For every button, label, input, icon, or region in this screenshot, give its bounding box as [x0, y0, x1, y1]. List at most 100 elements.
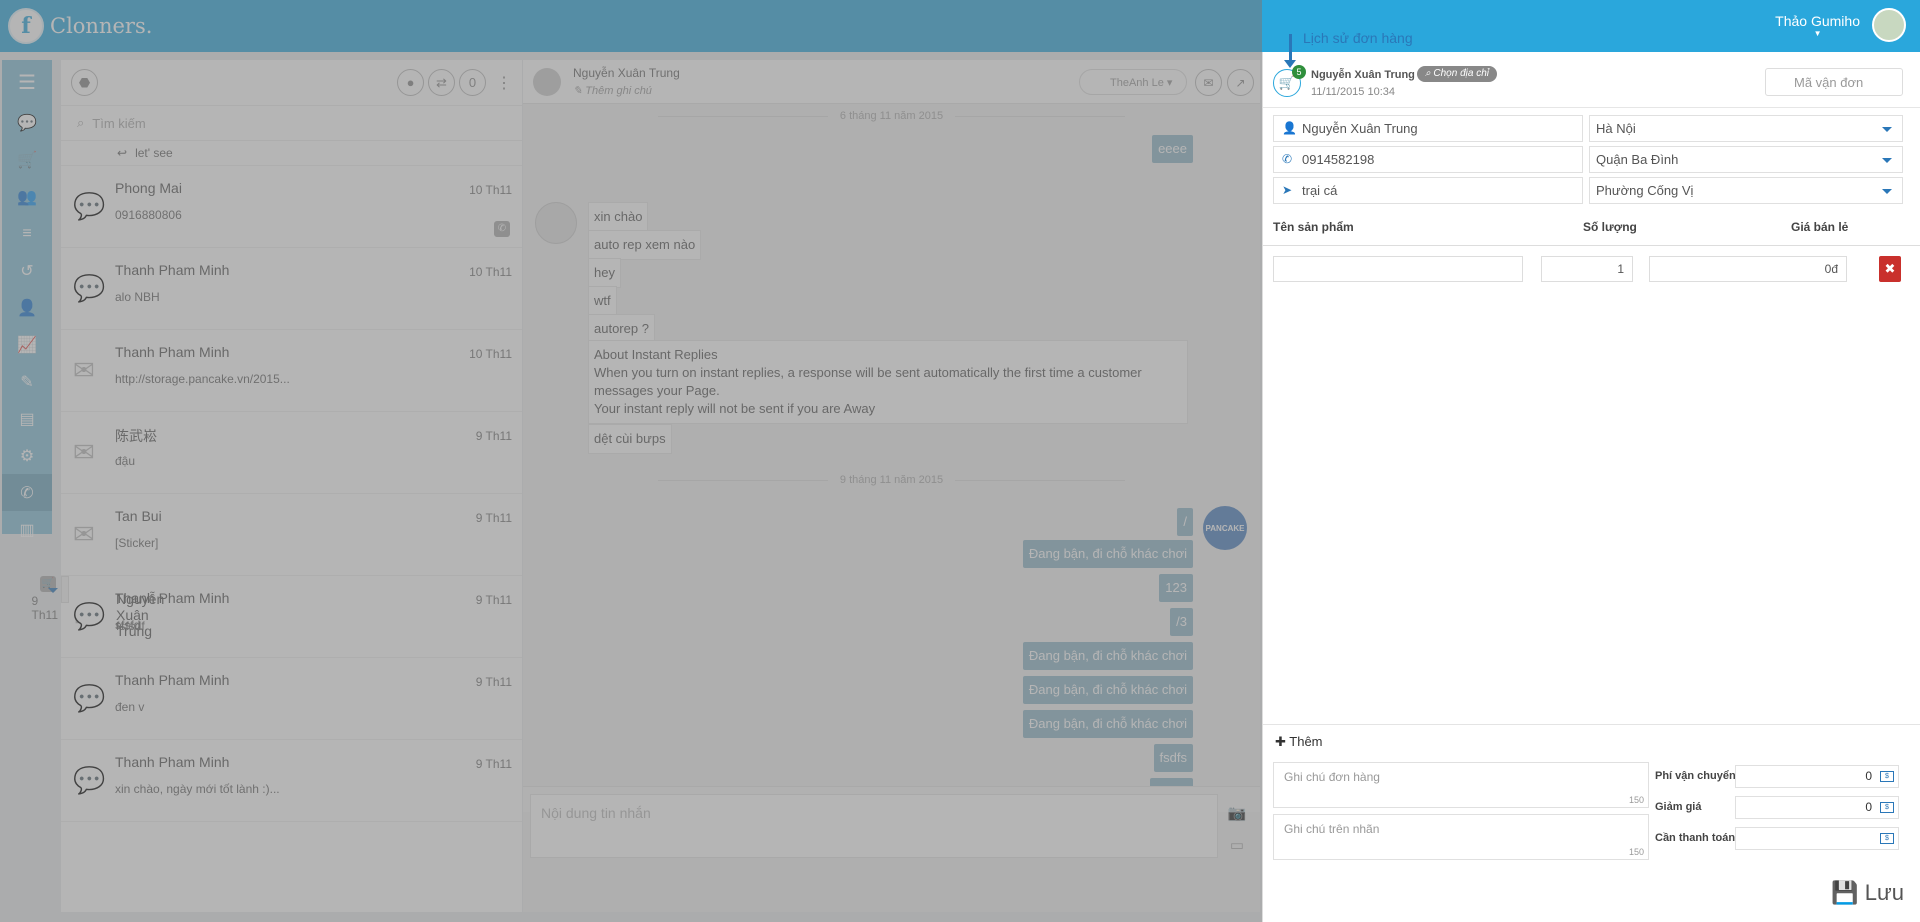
conversation-date: 10 Th11	[469, 265, 512, 279]
order-note-input[interactable]: Ghi chú đơn hàng 150	[1273, 762, 1649, 808]
char-limit: 150	[1628, 847, 1644, 857]
add-note-label: Thêm ghi chú	[585, 85, 652, 97]
database-icon[interactable]: ≡	[2, 215, 52, 252]
chat-icon: 💬	[73, 683, 106, 713]
tag-icon[interactable]: ⬣	[71, 69, 98, 96]
settings-icon[interactable]: ⚙	[2, 437, 52, 474]
phone-field[interactable]: ✆ 0914582198	[1273, 146, 1583, 173]
conversation-date: 9 Th11	[475, 511, 512, 525]
tracking-code-input[interactable]: Mã vận đơn	[1765, 68, 1903, 96]
chat-header: Nguyễn Xuân Trung ✎ Thêm ghi chú TheAnh …	[523, 60, 1260, 104]
history-icon[interactable]: ↺	[2, 252, 52, 289]
phone-icon[interactable]: ✆	[2, 474, 52, 511]
conversation-name: Thanh Pham Minh	[115, 672, 230, 688]
col-product-header: Tên sản phẩm	[1273, 220, 1354, 234]
user-menu[interactable]: Thảo Gumiho ▼	[1775, 8, 1920, 42]
customer-name[interactable]: Nguyễn Xuân Trung	[573, 66, 680, 80]
order-history-label[interactable]: Lịch sử đơn hàng	[1303, 30, 1413, 46]
list-item[interactable]: 💬 Phong Mai 10 Th11 0916880806 ✆	[61, 166, 522, 248]
conversation-snippet: let' see	[135, 146, 173, 160]
conversation-snippet: đen v	[115, 700, 145, 714]
address-field[interactable]: ➤ trại cá	[1273, 177, 1583, 204]
chevron-down-icon: ▼	[1813, 28, 1822, 38]
order-note-placeholder: Ghi chú đơn hàng	[1284, 770, 1380, 784]
message-input[interactable]: Nội dung tin nhắn	[530, 794, 1218, 858]
order-header: Lịch sử đơn hàng 🛒 5 Nguyễn Xuân Trung 1…	[1263, 30, 1920, 108]
user-avatar[interactable]	[1872, 8, 1906, 42]
chat-filter-icon[interactable]: ●	[397, 69, 424, 96]
menu-icon[interactable]: ☰	[2, 60, 52, 104]
list-item[interactable]: ✉ Tan Bui 9 Th11 [Sticker]	[61, 494, 522, 576]
cart-icon[interactable]: 🛒	[2, 141, 52, 178]
phone-icon: ✆	[494, 221, 510, 237]
book-icon[interactable]: ▤	[2, 400, 52, 437]
chat-icon: 💬	[73, 273, 106, 303]
shipping-fee-value: 0	[1865, 769, 1872, 783]
name-field[interactable]: 👤 Nguyễn Xuân Trung	[1273, 115, 1583, 142]
order-customer-name: Nguyễn Xuân Trung	[1311, 69, 1415, 81]
user-add-icon[interactable]: 👤	[2, 289, 52, 326]
instant-reply-message: About Instant Replies When you turn on i…	[588, 340, 1188, 424]
more-vertical-icon[interactable]: ⋮	[496, 73, 512, 93]
customer-avatar	[535, 202, 577, 244]
instant-reply-title: About Instant Replies	[594, 347, 718, 362]
price-input[interactable]: 0đ	[1649, 256, 1847, 282]
cart-count-badge: 5	[1292, 65, 1306, 79]
label-note-placeholder: Ghi chú trên nhãn	[1284, 822, 1380, 836]
users-icon[interactable]: 👥	[2, 178, 52, 215]
add-note-link[interactable]: ✎ Thêm ghi chú	[573, 84, 652, 97]
shipping-fee-label: Phí vận chuyển	[1655, 770, 1736, 782]
message-in: dệt cùi bưps	[588, 424, 672, 454]
bar-chart-icon[interactable]: ▥	[2, 511, 52, 548]
save-button[interactable]: 💾 Lưu	[1831, 880, 1904, 906]
user-icon: 👤	[1282, 121, 1297, 135]
delete-row-button[interactable]: ✖	[1879, 256, 1901, 282]
composer-actions: 📷 ▭	[1222, 804, 1252, 854]
chat-icon[interactable]: 💬	[2, 104, 52, 141]
message-thread: 6 tháng 11 năm 2015 eeee xin chào auto re…	[523, 104, 1260, 862]
list-item[interactable]: 💬 Thanh Pham Minh 9 Th11 xin chào, ngày …	[61, 740, 522, 822]
share-icon[interactable]: ↗	[1227, 69, 1254, 96]
message-in: hey	[588, 258, 621, 288]
ward-select[interactable]: Phường Cống Vị	[1589, 177, 1903, 204]
name-value: Nguyễn Xuân Trung	[1302, 121, 1418, 136]
list-item[interactable]: ✉ 陈武崧 9 Th11 đậu	[61, 412, 522, 494]
assignee-select[interactable]: TheAnh Le ▾	[1079, 69, 1187, 95]
swap-icon[interactable]: ⇄	[428, 69, 455, 96]
instant-reply-note: Your instant reply will not be sent if y…	[594, 401, 876, 416]
chat-icon: 💬	[73, 601, 106, 631]
search-box[interactable]: ⌕ Tìm kiếm	[61, 106, 522, 141]
mail-icon: ✉	[73, 355, 95, 385]
list-item[interactable]: 💬 Thanh Pham Minh 9 Th11 đen v	[61, 658, 522, 740]
quick-reply-icon[interactable]: ▭	[1230, 836, 1244, 854]
mail-icon[interactable]: ✉	[1195, 69, 1222, 96]
search-input[interactable]: Tìm kiếm	[92, 116, 145, 131]
list-item[interactable]: 💬 Thanh Pham Minh 10 Th11 alo NBH	[61, 248, 522, 330]
filter-count[interactable]: 0	[459, 69, 486, 96]
customer-avatar[interactable]	[533, 68, 561, 96]
total-input: $	[1735, 827, 1899, 850]
shipping-fee-input[interactable]: 0 $	[1735, 765, 1899, 788]
add-product-button[interactable]: ✚ Thêm	[1275, 734, 1323, 750]
list-item-partial[interactable]: ↩ let' see	[61, 141, 522, 166]
list-item[interactable]: ✉ Thanh Pham Minh 10 Th11 http://storage…	[61, 330, 522, 412]
discount-input[interactable]: 0 $	[1735, 796, 1899, 819]
discount-label: Giảm giá	[1655, 801, 1702, 813]
chat-icon: 💬	[73, 765, 106, 795]
district-select[interactable]: Quận Ba Đình	[1589, 146, 1903, 173]
quantity-stepper[interactable]: 1	[1541, 256, 1633, 282]
conversation-snippet: xin chào, ngày mới tốt lành :)...	[115, 782, 280, 796]
edit-icon[interactable]: ✎	[2, 363, 52, 400]
choose-address-button[interactable]: ⌕ Chọn địa chỉ	[1417, 66, 1497, 82]
camera-icon[interactable]: 📷	[1228, 804, 1247, 822]
province-select[interactable]: Hà Nội	[1589, 115, 1903, 142]
user-name[interactable]: Thảo Gumiho ▼	[1775, 13, 1860, 38]
list-item[interactable]: 💬 Thanh Pham Minh 9 Th11 sfsfd	[61, 576, 522, 658]
day-separator: 6 tháng 11 năm 2015	[523, 110, 1260, 122]
day-separator: 9 tháng 11 năm 2015	[523, 474, 1260, 486]
product-name-input[interactable]	[1273, 256, 1523, 282]
user-name-label: Thảo Gumiho	[1775, 12, 1860, 29]
brand[interactable]: f Clonners.	[8, 8, 152, 44]
label-note-input[interactable]: Ghi chú trên nhãn 150	[1273, 814, 1649, 860]
chart-line-icon[interactable]: 📈	[2, 326, 52, 363]
